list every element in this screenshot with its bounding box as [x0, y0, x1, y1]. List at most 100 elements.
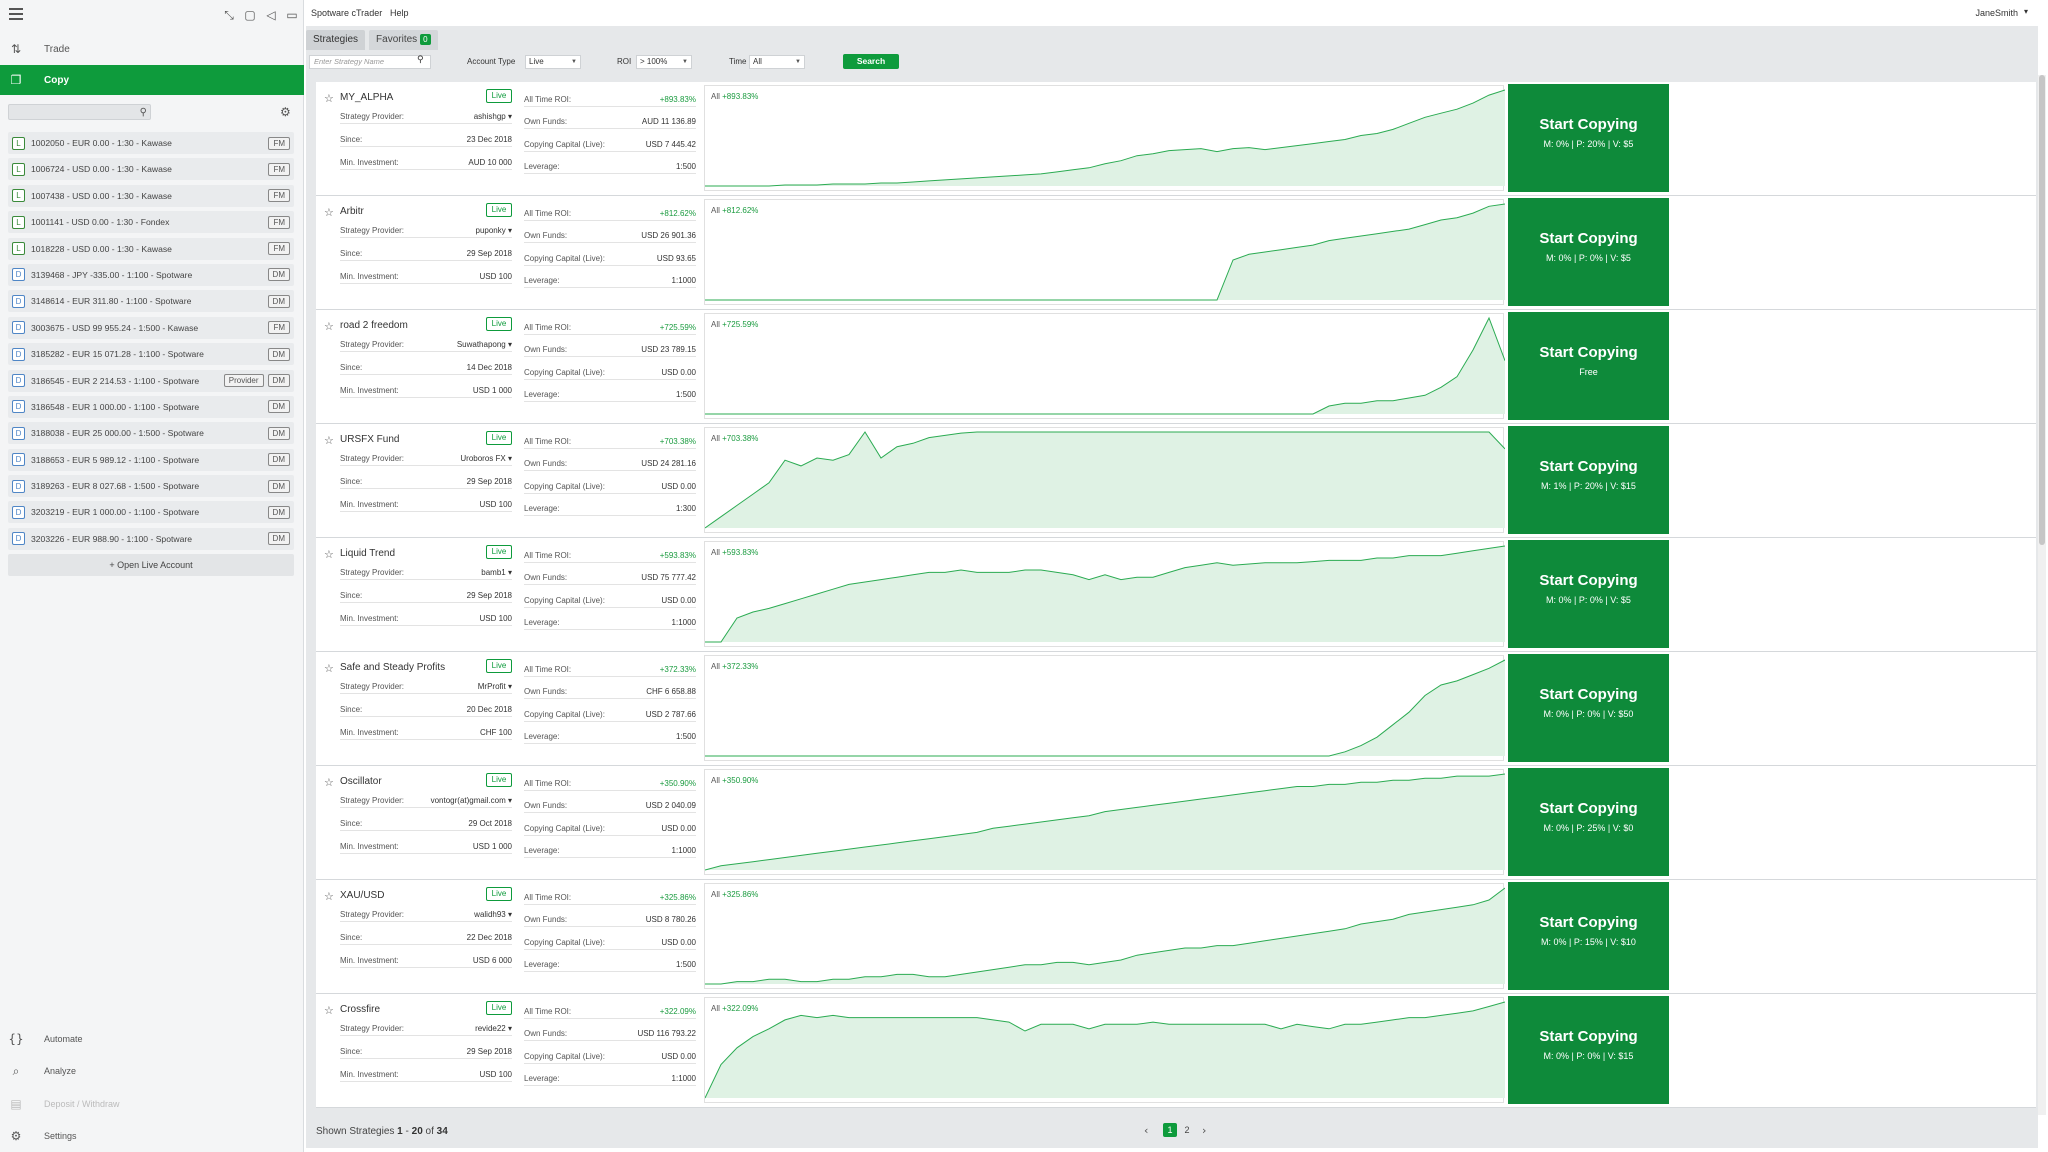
account-row[interactable]: D 3148614 - EUR 311.80 - 1:100 - Spotware…	[8, 290, 294, 313]
account-row[interactable]: L 1018228 - USD 0.00 - 1:30 - Kawase FM	[8, 237, 294, 260]
provider-label: Strategy Provider:	[340, 568, 405, 577]
start-copying-button[interactable]: Start Copying M: 0% | P: 25% | V: $0	[1508, 768, 1669, 876]
leverage-value: 1:1000	[671, 1074, 696, 1083]
strategy-name[interactable]: Oscillator	[340, 776, 382, 787]
account-row[interactable]: D 3188653 - EUR 5 989.12 - 1:100 - Spotwa…	[8, 448, 294, 471]
chevron-down-icon[interactable]: ▾	[2024, 7, 2028, 16]
chevron-left-icon[interactable]: ‹	[1144, 1124, 1148, 1137]
star-icon[interactable]: ☆	[324, 92, 334, 105]
user-menu[interactable]: JaneSmith	[1975, 8, 2018, 18]
sound-icon[interactable]: ◁	[264, 8, 278, 22]
strategy-name[interactable]: Arbitr	[340, 206, 364, 217]
account-row[interactable]: D 3185282 - EUR 15 071.28 - 1:100 - Spotw…	[8, 343, 294, 366]
account-row[interactable]: L 1006724 - USD 0.00 - 1:30 - Kawase FM	[8, 158, 294, 181]
star-icon[interactable]: ☆	[324, 890, 334, 903]
star-icon[interactable]: ☆	[324, 206, 334, 219]
open-live-account-button[interactable]: + Open Live Account	[8, 554, 294, 576]
equity-chart[interactable]: All +322.09%	[704, 997, 1505, 1103]
star-icon[interactable]: ☆	[324, 434, 334, 447]
provider-value[interactable]: vontogr(at)gmail.com ▾	[431, 796, 512, 805]
nav-analyze[interactable]: ⌕ Analyze	[0, 1057, 304, 1085]
provider-label: Strategy Provider:	[340, 226, 405, 235]
star-icon[interactable]: ☆	[324, 548, 334, 561]
strategy-name[interactable]: Liquid Trend	[340, 548, 395, 559]
start-copying-button[interactable]: Start Copying M: 0% | P: 0% | V: $5	[1508, 198, 1669, 306]
provider-value[interactable]: puponky ▾	[476, 226, 513, 235]
chevron-right-icon[interactable]: ›	[1202, 1124, 1206, 1137]
roi-value: > 100%	[640, 57, 668, 66]
start-copying-button[interactable]: Start Copying Free	[1508, 312, 1669, 420]
hamburger-menu-icon[interactable]	[9, 8, 23, 20]
start-copying-button[interactable]: Start Copying M: 0% | P: 0% | V: $50	[1508, 654, 1669, 762]
account-search-input[interactable]: ⚲	[8, 104, 151, 120]
page-2-button[interactable]: 2	[1180, 1123, 1194, 1137]
keyboard-icon[interactable]: ▭	[285, 8, 299, 22]
provider-value[interactable]: bamb1 ▾	[481, 568, 512, 577]
strategy-name[interactable]: road 2 freedom	[340, 320, 408, 331]
provider-value[interactable]: revide22 ▾	[475, 1024, 512, 1033]
nav-automate[interactable]: {} Automate	[0, 1025, 304, 1053]
account-row[interactable]: D 3188038 - EUR 25 000.00 - 1:500 - Spotw…	[8, 422, 294, 445]
roi-value: +812.62%	[659, 209, 696, 218]
help-menu[interactable]: Help	[390, 8, 409, 18]
equity-chart[interactable]: All +893.83%	[704, 85, 1505, 191]
start-copying-button[interactable]: Start Copying M: 0% | P: 15% | V: $10	[1508, 882, 1669, 990]
account-row[interactable]: L 1007438 - USD 0.00 - 1:30 - Kawase FM	[8, 184, 294, 207]
strategy-name[interactable]: Crossfire	[340, 1004, 380, 1015]
account-row[interactable]: D 3186548 - EUR 1 000.00 - 1:100 - Spotwa…	[8, 395, 294, 418]
account-row[interactable]: D 3203226 - EUR 988.90 - 1:100 - Spotware…	[8, 527, 294, 550]
account-row[interactable]: D 3003675 - USD 99 955.24 - 1:500 - Kawas…	[8, 316, 294, 339]
star-icon[interactable]: ☆	[324, 776, 334, 789]
start-copying-button[interactable]: Start Copying M: 0% | P: 0% | V: $5	[1508, 540, 1669, 648]
equity-chart[interactable]: All +325.86%	[704, 883, 1505, 989]
scrollbar[interactable]	[2038, 75, 2046, 1115]
page-1-button[interactable]: 1	[1163, 1123, 1177, 1137]
account-row[interactable]: L 1001141 - USD 0.00 - 1:30 - Fondex FM	[8, 211, 294, 234]
time-select[interactable]: All ▼	[749, 55, 805, 69]
strategy-name[interactable]: XAU/USD	[340, 890, 384, 901]
search-icon[interactable]: ⚲	[417, 55, 424, 65]
provider-value[interactable]: walidh93 ▾	[474, 910, 512, 919]
provider-value[interactable]: ashishgp ▾	[474, 112, 512, 121]
tab-favorites[interactable]: Favorites 0	[369, 30, 438, 50]
equity-chart[interactable]: All +372.33%	[704, 655, 1505, 761]
account-type-select[interactable]: Live ▼	[525, 55, 581, 69]
provider-row: Strategy Provider: puponky ▾	[340, 224, 512, 238]
account-row[interactable]: D 3186545 - EUR 2 214.53 - 1:100 - Spotwa…	[8, 369, 294, 392]
star-icon[interactable]: ☆	[324, 1004, 334, 1017]
provider-value[interactable]: Suwathapong ▾	[457, 340, 512, 349]
gear-icon[interactable]: ⚙	[280, 105, 291, 119]
strategy-name[interactable]: URSFX Fund	[340, 434, 399, 445]
layout-icon[interactable]: ▢	[243, 8, 257, 22]
provider-value[interactable]: Uroboros FX ▾	[460, 454, 512, 463]
strategy-name-search-input[interactable]: Enter Strategy Name	[309, 55, 431, 69]
start-copying-label: Start Copying	[1539, 116, 1638, 133]
account-row[interactable]: L 1002050 - EUR 0.00 - 1:30 - Kawase FM	[8, 132, 294, 154]
account-row[interactable]: D 3203219 - EUR 1 000.00 - 1:100 - Spotwa…	[8, 501, 294, 524]
start-copying-button[interactable]: Start Copying M: 0% | P: 0% | V: $15	[1508, 996, 1669, 1104]
equity-chart[interactable]: All +593.83%	[704, 541, 1505, 647]
scrollbar-thumb[interactable]	[2039, 75, 2045, 545]
equity-chart[interactable]: All +812.62%	[704, 199, 1505, 305]
own-funds-row: Own Funds: USD 75 777.42	[524, 571, 696, 585]
search-button[interactable]: Search	[843, 54, 899, 69]
start-copying-button[interactable]: Start Copying M: 0% | P: 20% | V: $5	[1508, 84, 1669, 192]
provider-value[interactable]: MrProfit ▾	[478, 682, 512, 691]
account-row[interactable]: D 3189263 - EUR 8 027.68 - 1:500 - Spotwa…	[8, 475, 294, 498]
roi-select[interactable]: > 100% ▼	[636, 55, 692, 69]
account-row[interactable]: D 3139468 - JPY -335.00 - 1:100 - Spotwar…	[8, 263, 294, 286]
nav-settings[interactable]: ⚙ Settings	[0, 1122, 304, 1150]
star-icon[interactable]: ☆	[324, 320, 334, 333]
min-investment-row: Min. Investment: USD 100	[340, 612, 512, 626]
equity-chart[interactable]: All +725.59%	[704, 313, 1505, 419]
equity-chart[interactable]: All +703.38%	[704, 427, 1505, 533]
equity-chart[interactable]: All +350.90%	[704, 769, 1505, 875]
nav-copy[interactable]: ❐ Copy	[0, 65, 304, 95]
detach-icon[interactable]: ⤡	[222, 8, 236, 22]
start-copying-button[interactable]: Start Copying M: 1% | P: 20% | V: $15	[1508, 426, 1669, 534]
nav-trade[interactable]: ⇅ Trade	[0, 34, 304, 64]
tab-strategies[interactable]: Strategies	[306, 30, 366, 50]
strategy-name[interactable]: Safe and Steady Profits	[340, 662, 445, 673]
star-icon[interactable]: ☆	[324, 662, 334, 675]
strategy-name[interactable]: MY_ALPHA	[340, 92, 393, 103]
